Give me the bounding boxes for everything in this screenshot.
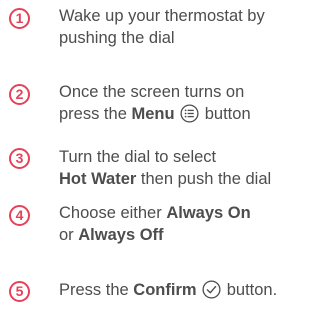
step-number-badge: 1 xyxy=(9,8,30,29)
step-text-segment: Press the xyxy=(59,281,134,299)
step-number-badge: 2 xyxy=(9,84,30,105)
step-text-segment: then push the dial xyxy=(136,170,272,188)
instruction-steps: 1 Wake up your thermostat by pushing the… xyxy=(0,0,307,312)
step-line: Press the Confirm button. xyxy=(59,279,307,301)
step-text: Wake up your thermostat by pushing the d… xyxy=(59,5,307,49)
always-off-label: Always Off xyxy=(78,226,164,244)
step-text-segment: button. xyxy=(222,281,278,299)
step-text-segment: Choose either xyxy=(59,204,167,222)
step-number-badge: 3 xyxy=(9,148,30,169)
step-text: Once the screen turns on press the Menu … xyxy=(59,81,307,125)
step-line: Wake up your thermostat by xyxy=(59,7,265,25)
step-line: pushing the dial xyxy=(59,29,175,47)
checkmark-circle-icon xyxy=(202,280,221,299)
confirm-label: Confirm xyxy=(133,281,197,299)
step-line: Hot Water then push the dial xyxy=(59,168,307,190)
step-line: press the Menu button xyxy=(59,103,307,125)
step-number-badge: 4 xyxy=(9,205,30,226)
menu-label: Menu xyxy=(131,105,175,123)
step-number-badge: 5 xyxy=(9,281,30,302)
step-text-segment: button xyxy=(200,105,251,123)
hot-water-label: Hot Water xyxy=(59,170,137,188)
step-text-segment: press the xyxy=(59,105,132,123)
step-text-segment: or xyxy=(59,226,79,244)
step-text: Choose either Always On or Always Off xyxy=(59,202,307,246)
menu-list-icon xyxy=(180,104,199,123)
step-line: Choose either Always On xyxy=(59,202,307,224)
always-on-label: Always On xyxy=(166,204,251,222)
step-line: or Always Off xyxy=(59,224,307,246)
step-line: Once the screen turns on xyxy=(59,83,245,101)
step-text: Turn the dial to select Hot Water then p… xyxy=(59,146,307,190)
step-text: Press the Confirm button. xyxy=(59,279,307,301)
step-line: Turn the dial to select xyxy=(59,148,217,166)
